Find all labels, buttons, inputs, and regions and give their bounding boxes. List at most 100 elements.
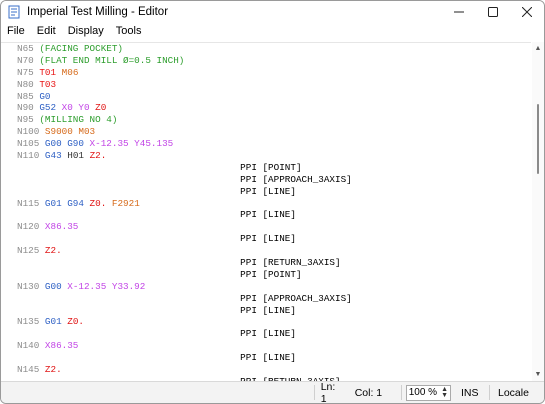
code-token: PPI [LINE] bbox=[17, 209, 296, 221]
code-token: (FLAT END MILL Ø=0.5 INCH) bbox=[39, 54, 185, 66]
vertical-scrollbar[interactable]: ▲ ▼ bbox=[532, 42, 544, 382]
code-token: M06 bbox=[61, 66, 79, 78]
insert-mode-indicator: INS bbox=[461, 386, 479, 399]
code-token: T01 bbox=[39, 66, 57, 78]
code-token: G01 bbox=[44, 316, 68, 328]
spin-down-icon[interactable]: ▼ bbox=[441, 392, 448, 399]
code-token: Z0 bbox=[95, 102, 107, 114]
code-line: PPI [LINE] bbox=[17, 305, 352, 317]
code-token: G00 G90 bbox=[44, 138, 90, 150]
zoom-control[interactable]: 100 % ▲ ▼ bbox=[405, 384, 451, 401]
scroll-down-icon[interactable]: ▼ bbox=[534, 371, 542, 379]
menu-display[interactable]: Display bbox=[62, 25, 110, 37]
editor-window: Imperial Test Milling - Editor File Edit… bbox=[0, 0, 545, 404]
code-token: G01 G94 bbox=[44, 197, 90, 209]
code-line: PPI [POINT] bbox=[17, 269, 352, 281]
code-token: N100 bbox=[17, 126, 45, 138]
code-token: Z2. bbox=[89, 150, 107, 162]
code-line: N85 G0 bbox=[17, 91, 352, 103]
code-token: N125 bbox=[17, 245, 45, 257]
code-token: X-12.35 Y45.135 bbox=[89, 138, 174, 150]
code-line: PPI [LINE] bbox=[17, 328, 352, 340]
code-token: PPI [LINE] bbox=[17, 233, 296, 245]
code-line: N145 Z2. bbox=[17, 364, 352, 376]
code-token: PPI [LINE] bbox=[17, 304, 296, 316]
code-token: PPI [APPROACH_3AXIS] bbox=[17, 292, 352, 304]
code-token: X86.35 bbox=[44, 221, 79, 233]
code-text[interactable]: N65 (FACING POCKET) N70 (FLAT END MILL Ø=… bbox=[17, 43, 352, 383]
code-line: N130 G00 X-12.35 Y33.92 bbox=[17, 281, 352, 293]
code-token: PPI [POINT] bbox=[17, 161, 302, 173]
status-bar: Ln: 1 Col: 1 100 % ▲ ▼ INS Locale bbox=[1, 381, 544, 403]
code-line: PPI [LINE] bbox=[17, 352, 352, 364]
code-token: N65 bbox=[17, 43, 40, 54]
code-line: N65 (FACING POCKET) bbox=[17, 43, 352, 55]
code-token: X0 Y0 bbox=[61, 102, 96, 114]
code-token: N90 bbox=[17, 102, 40, 114]
code-token: N85 bbox=[17, 90, 40, 102]
code-line: N125 Z2. bbox=[17, 245, 352, 257]
code-token: N105 bbox=[17, 138, 45, 150]
menu-edit[interactable]: Edit bbox=[31, 25, 62, 37]
code-token: X86.35 bbox=[44, 340, 79, 352]
zoom-value[interactable]: 100 % bbox=[409, 387, 437, 398]
code-token: T03 bbox=[39, 78, 57, 90]
code-token: X-12.35 Y33.92 bbox=[67, 280, 146, 292]
code-token: PPI [RETURN_3AXIS] bbox=[17, 257, 341, 269]
status-separator bbox=[400, 385, 402, 400]
code-line: N105 G00 G90 X-12.35 Y45.135 bbox=[17, 138, 352, 150]
code-token: N140 bbox=[17, 340, 45, 352]
code-line: N100 S9000 M03 bbox=[17, 126, 352, 138]
line-indicator: Ln: 1 bbox=[320, 380, 336, 404]
code-token: N135 bbox=[17, 316, 45, 328]
menu-tools[interactable]: Tools bbox=[110, 25, 148, 37]
code-editor[interactable]: N65 (FACING POCKET) N70 (FLAT END MILL Ø=… bbox=[1, 42, 531, 383]
code-line: PPI [APPROACH_3AXIS] bbox=[17, 293, 352, 305]
code-token: PPI [APPROACH_3AXIS] bbox=[17, 173, 352, 185]
title-bar[interactable]: Imperial Test Milling - Editor bbox=[1, 1, 544, 23]
code-line: PPI [POINT] bbox=[17, 162, 352, 174]
code-token: Z2. bbox=[44, 364, 62, 376]
code-line: N90 G52 X0 Y0 Z0 bbox=[17, 102, 352, 114]
zoom-spinner[interactable]: ▲ ▼ bbox=[441, 386, 448, 399]
code-line: N75 T01 M06 bbox=[17, 67, 352, 79]
code-token: H01 bbox=[67, 150, 90, 162]
code-token: Z0. bbox=[89, 197, 112, 209]
code-line: PPI [LINE] bbox=[17, 186, 352, 198]
code-token: N70 bbox=[17, 54, 40, 66]
code-line: N135 G01 Z0. bbox=[17, 316, 352, 328]
code-line: PPI [LINE] bbox=[17, 233, 352, 245]
maximize-button[interactable] bbox=[476, 1, 510, 23]
code-token: F2921 bbox=[111, 197, 140, 209]
code-line: N70 (FLAT END MILL Ø=0.5 INCH) bbox=[17, 55, 352, 67]
code-token: N120 bbox=[17, 221, 45, 233]
code-token: N115 bbox=[17, 197, 45, 209]
code-line: N80 T03 bbox=[17, 79, 352, 91]
code-token: PPI [LINE] bbox=[17, 352, 296, 364]
code-token: G52 bbox=[39, 102, 62, 114]
menu-file[interactable]: File bbox=[1, 25, 31, 37]
code-token: Z2. bbox=[44, 245, 62, 257]
code-token: Z0. bbox=[67, 316, 84, 328]
code-token: PPI [LINE] bbox=[17, 328, 296, 340]
code-line: N95 (MILLING NO 4) bbox=[17, 114, 352, 126]
code-token: G00 bbox=[44, 280, 68, 292]
minimize-button[interactable] bbox=[442, 1, 476, 23]
menu-bar: File Edit Display Tools bbox=[1, 23, 544, 39]
code-line: N115 G01 G94 Z0. F2921 bbox=[17, 198, 352, 210]
scroll-thumb[interactable] bbox=[537, 104, 539, 174]
code-token: N95 bbox=[17, 114, 40, 126]
scroll-up-icon[interactable]: ▲ bbox=[534, 45, 542, 53]
code-token: (MILLING NO 4) bbox=[39, 114, 118, 126]
code-line: N120 X86.35 bbox=[17, 221, 352, 233]
code-token: (FACING POCKET) bbox=[39, 43, 124, 54]
code-token: G0 bbox=[39, 90, 51, 102]
code-line: PPI [LINE] bbox=[17, 209, 352, 221]
close-icon bbox=[522, 7, 532, 17]
close-button[interactable] bbox=[510, 1, 544, 23]
code-token: S9000 M03 bbox=[44, 126, 96, 138]
code-token: PPI [POINT] bbox=[17, 268, 302, 280]
maximize-icon bbox=[488, 7, 498, 17]
code-line: N140 X86.35 bbox=[17, 340, 352, 352]
locale-indicator: Locale bbox=[498, 386, 529, 399]
